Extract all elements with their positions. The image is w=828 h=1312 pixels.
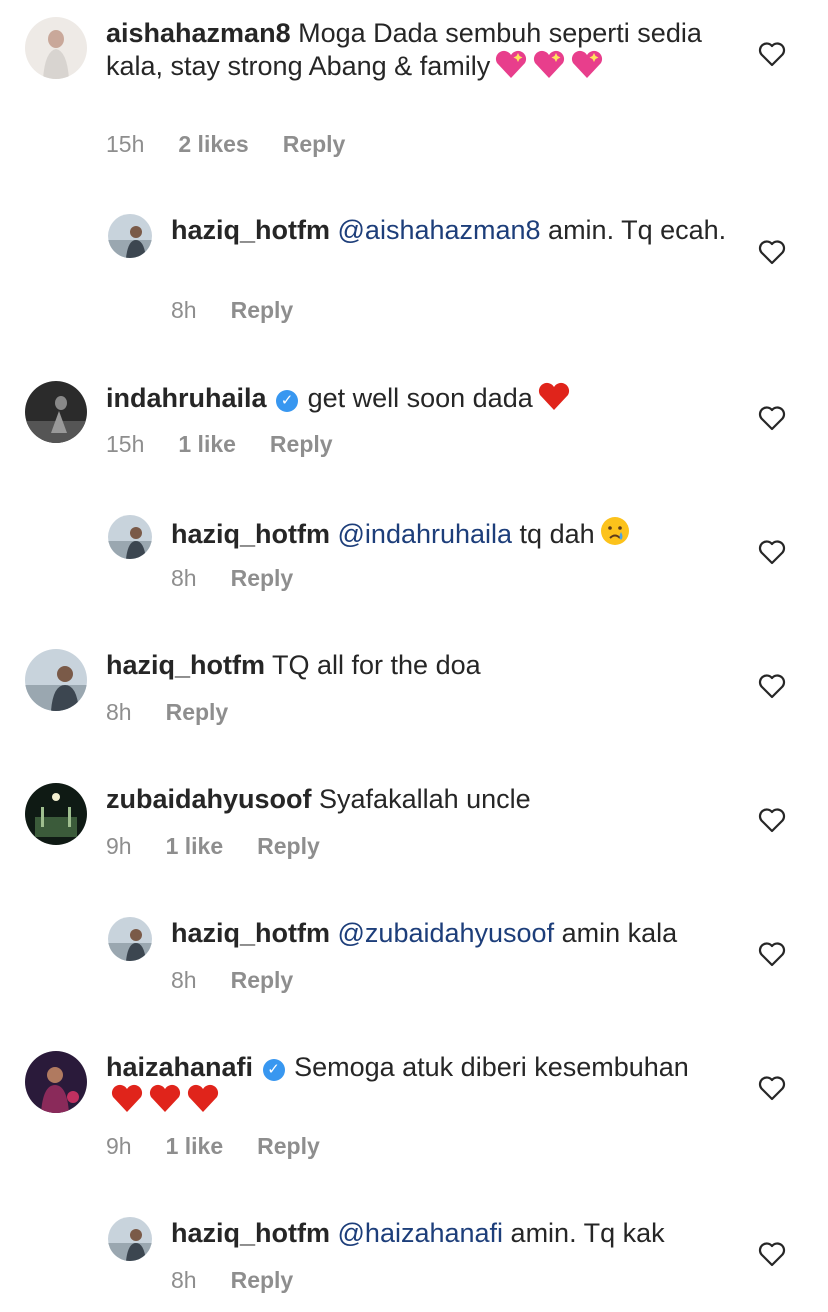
comment-body: amin. Tq ecah. [540,215,727,245]
reply-button[interactable]: Reply [257,833,320,860]
reply-button[interactable]: Reply [166,699,229,726]
username[interactable]: aishahazman8 [106,18,291,48]
avatar[interactable] [108,214,152,258]
comment-body: Semoga atuk diberi kesembuhan [294,1052,689,1082]
red-heart-icon [537,381,571,418]
avatar[interactable] [25,17,87,79]
comment-text: indahruhaila ✓ get well soon dada [106,381,726,418]
username[interactable]: haziq_hotfm [106,650,265,680]
timestamp: 8h [171,297,197,323]
reply-button[interactable]: Reply [231,967,294,994]
reply-button[interactable]: Reply [231,297,294,324]
avatar[interactable] [108,917,152,961]
comment-body: Syafakallah uncle [319,784,531,814]
likes-count[interactable]: 1 like [166,1133,224,1160]
comment-text: haziq_hotfm @zubaidahyusoof amin kala [171,917,731,949]
like-heart-icon[interactable] [758,239,786,265]
reply-button[interactable]: Reply [231,1267,294,1294]
verified-badge-icon: ✓ [262,1059,285,1081]
reply-button[interactable]: Reply [257,1133,320,1160]
like-heart-icon[interactable] [758,41,786,67]
like-heart-icon[interactable] [758,941,786,967]
mention-link[interactable]: @zubaidahyusoof [338,918,555,948]
sparkling-heart-icon [532,49,566,86]
username[interactable]: zubaidahyusoof [106,784,312,814]
reply-button[interactable]: Reply [231,565,294,592]
username[interactable]: indahruhaila [106,383,267,413]
likes-count[interactable]: 2 likes [178,131,248,158]
timestamp: 8h [171,565,197,591]
likes-count[interactable]: 1 like [166,833,224,860]
red-heart-icon [148,1083,182,1120]
comment-meta: 8h Reply [171,297,327,324]
avatar[interactable] [25,381,87,443]
comment-meta: 9h 1 like Reply [106,833,354,860]
comment-body: tq dah [512,519,595,549]
comment-text: zubaidahyusoof Syafakallah uncle [106,783,726,815]
comment-text: haziq_hotfm @haizahanafi amin. Tq kak [171,1217,731,1249]
comment-body: get well soon dada [307,383,533,413]
comment-body: TQ all for the doa [272,650,481,680]
comment-text: haizahanafi ✓ Semoga atuk diberi kesembu… [106,1051,726,1120]
like-heart-icon[interactable] [758,673,786,699]
red-heart-icon [186,1083,220,1120]
comment-text: aishahazman8 Moga Dada sembuh seperti se… [106,17,726,86]
comment-meta: 8h Reply [106,699,262,726]
avatar[interactable] [25,783,87,845]
comment-text: haziq_hotfm TQ all for the doa [106,649,726,681]
comment-meta: 9h 1 like Reply [106,1133,354,1160]
comment-body: amin. Tq kak [503,1218,665,1248]
sparkling-heart-icon [494,49,528,86]
username[interactable]: haizahanafi [106,1052,253,1082]
timestamp: 8h [171,967,197,993]
timestamp: 9h [106,1133,132,1159]
timestamp: 8h [171,1267,197,1293]
username[interactable]: haziq_hotfm [171,1218,330,1248]
red-heart-icon [110,1083,144,1120]
like-heart-icon[interactable] [758,1241,786,1267]
timestamp: 15h [106,131,145,157]
comment-meta: 8h Reply [171,565,327,592]
timestamp: 15h [106,431,145,457]
comment-meta: 15h 1 like Reply [106,431,367,458]
comment-meta: 8h Reply [171,967,327,994]
mention-link[interactable]: @aishahazman8 [338,215,541,245]
username[interactable]: haziq_hotfm [171,215,330,245]
crying-face-icon [599,515,631,554]
timestamp: 8h [106,699,132,725]
mention-link[interactable]: @haizahanafi [338,1218,504,1248]
comment-meta: 15h 2 likes Reply [106,131,379,158]
comment-meta: 8h Reply [171,1267,327,1294]
username[interactable]: haziq_hotfm [171,918,330,948]
comment-text: haziq_hotfm @indahruhaila tq dah [171,515,731,554]
sparkling-heart-icon [570,49,604,86]
like-heart-icon[interactable] [758,1075,786,1101]
avatar[interactable] [25,1051,87,1113]
timestamp: 9h [106,833,132,859]
comment-text: haziq_hotfm @aishahazman8 amin. Tq ecah. [171,214,731,246]
avatar[interactable] [108,1217,152,1261]
mention-link[interactable]: @indahruhaila [338,519,513,549]
reply-button[interactable]: Reply [270,431,333,458]
likes-count[interactable]: 1 like [178,431,236,458]
like-heart-icon[interactable] [758,539,786,565]
verified-badge-icon: ✓ [276,390,299,412]
like-heart-icon[interactable] [758,807,786,833]
comment-body: amin kala [554,918,678,948]
like-heart-icon[interactable] [758,405,786,431]
avatar[interactable] [25,649,87,711]
username[interactable]: haziq_hotfm [171,519,330,549]
avatar[interactable] [108,515,152,559]
reply-button[interactable]: Reply [283,131,346,158]
